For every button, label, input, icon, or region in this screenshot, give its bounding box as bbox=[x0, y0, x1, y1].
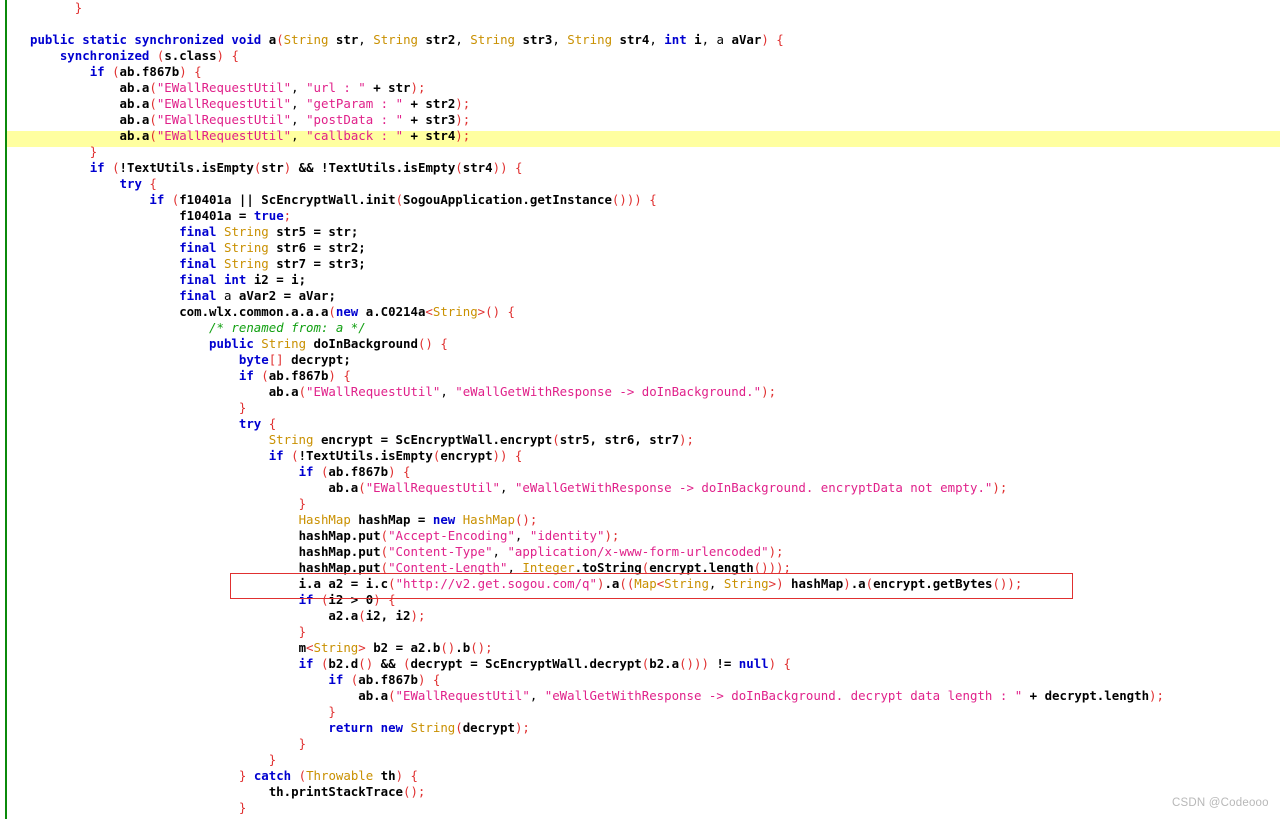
code-line: if (!TextUtils.isEmpty(encrypt)) { bbox=[268, 448, 523, 463]
code-line: m<String> b2 = a2.b().b(); bbox=[298, 640, 493, 655]
code-line: if (ab.f867b) { bbox=[328, 672, 441, 687]
code-line: } bbox=[238, 800, 247, 815]
source-code-block[interactable]: } public static synchronized void a(Strin… bbox=[0, 0, 1280, 819]
code-line-highlighted: ab.a("EWallRequestUtil", "callback : " +… bbox=[119, 128, 471, 143]
code-line: } bbox=[328, 704, 336, 719]
code-line: } bbox=[298, 736, 307, 751]
code-line-annotated: i.a a2 = i.c("http://v2.get.sogou.com/q"… bbox=[298, 576, 1023, 591]
code-line: ab.a("EWallRequestUtil", "eWallGetWithRe… bbox=[268, 384, 777, 399]
code-line: try { bbox=[238, 416, 277, 431]
code-line: final String str5 = str; bbox=[179, 224, 359, 239]
code-line: f10401a = true; bbox=[179, 208, 292, 223]
code-line: ab.a("EWallRequestUtil", "url : " + str)… bbox=[119, 80, 426, 95]
code-line: hashMap.put("Accept-Encoding", "identity… bbox=[298, 528, 620, 543]
code-line: ab.a("EWallRequestUtil", "postData : " +… bbox=[119, 112, 471, 127]
code-line: if (b2.d() && (decrypt = ScEncryptWall.d… bbox=[298, 656, 792, 671]
code-line: com.wlx.common.a.a.a(new a.C0214a<String… bbox=[179, 304, 515, 319]
code-line: if (!TextUtils.isEmpty(str) && !TextUtil… bbox=[89, 160, 523, 175]
code-line: synchronized (s.class) { bbox=[59, 48, 239, 63]
code-line: } bbox=[238, 400, 247, 415]
code-line: /* renamed from: a */ bbox=[209, 320, 366, 335]
code-line: hashMap.put("Content-Length", Integer.to… bbox=[298, 560, 791, 575]
code-line: ab.a("EWallRequestUtil", "eWallGetWithRe… bbox=[358, 688, 1164, 703]
code-line: } bbox=[298, 624, 307, 639]
csdn-watermark: CSDN @Codeooo bbox=[1172, 797, 1269, 809]
code-line: if (f10401a || ScEncryptWall.init(SogouA… bbox=[149, 192, 657, 207]
code-line: byte[] decrypt; bbox=[238, 352, 351, 367]
code-line: public static synchronized void a(String… bbox=[30, 32, 784, 47]
code-line: HashMap hashMap = new HashMap(); bbox=[298, 512, 538, 527]
code-line: if (ab.f867b) { bbox=[238, 368, 351, 383]
code-line: } bbox=[89, 144, 98, 159]
code-line: try { bbox=[119, 176, 157, 191]
code-line: return new String(decrypt); bbox=[328, 720, 530, 735]
code-line: final int i2 = i; bbox=[179, 272, 307, 287]
code-line: a2.a(i2, i2); bbox=[328, 608, 426, 623]
code-line: final String str7 = str3; bbox=[179, 256, 366, 271]
code-line: } bbox=[298, 496, 307, 511]
code-line: final String str6 = str2; bbox=[179, 240, 366, 255]
code-line: if (ab.f867b) { bbox=[89, 64, 202, 79]
code-line: ab.a("EWallRequestUtil", "eWallGetWithRe… bbox=[328, 480, 1008, 495]
code-line: hashMap.put("Content-Type", "application… bbox=[298, 544, 784, 559]
code-line: ab.a("EWallRequestUtil", "getParam : " +… bbox=[119, 96, 471, 111]
code-viewer[interactable]: } public static synchronized void a(Strin… bbox=[0, 0, 1280, 819]
code-line: public String doInBackground() { bbox=[209, 336, 448, 351]
code-line: } bbox=[74, 0, 83, 15]
code-line: final a aVar2 = aVar; bbox=[179, 288, 336, 303]
code-line: } bbox=[268, 752, 277, 767]
code-line: if (ab.f867b) { bbox=[298, 464, 411, 479]
code-line: th.printStackTrace(); bbox=[268, 784, 426, 799]
code-line: String encrypt = ScEncryptWall.encrypt(s… bbox=[268, 432, 694, 447]
code-line: } catch (Throwable th) { bbox=[238, 768, 418, 783]
code-line: if (i2 > 0) { bbox=[298, 592, 396, 607]
